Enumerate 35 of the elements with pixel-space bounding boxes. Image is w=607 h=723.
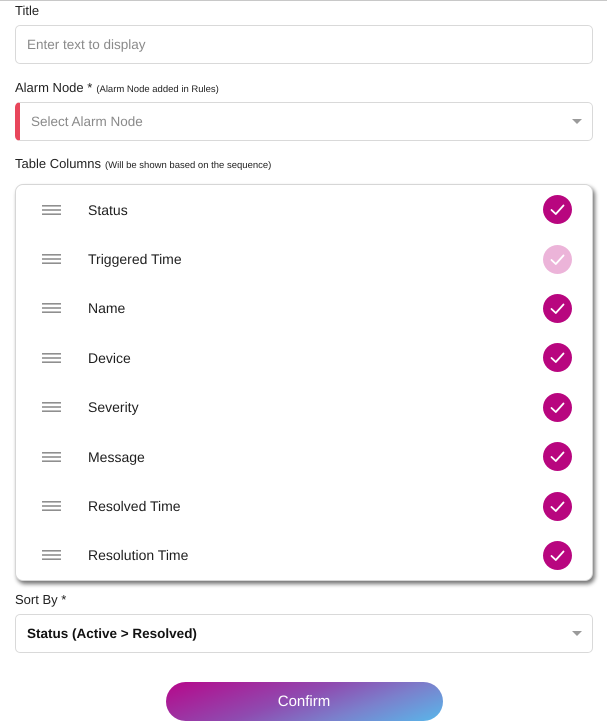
field-label: Sort By * — [15, 592, 66, 608]
column-name: Triggered Time — [88, 251, 183, 268]
column-name: Device — [88, 350, 132, 366]
column-name: Resolution Time — [88, 547, 190, 564]
field-label: Alarm Node * — [15, 80, 92, 96]
drag-handle-icon[interactable] — [42, 550, 61, 560]
checkbox[interactable] — [543, 195, 572, 224]
checkbox[interactable] — [543, 392, 572, 422]
checkbox[interactable] — [543, 492, 572, 521]
checkbox[interactable] — [543, 442, 572, 472]
drag-handle-icon[interactable] — [42, 254, 61, 264]
column-name: Name — [88, 300, 126, 316]
checkbox[interactable] — [543, 343, 572, 372]
field-label: Title — [15, 3, 40, 19]
drag-handle-icon[interactable] — [42, 452, 61, 462]
sort-by-select[interactable]: Status (Active > Resolved) — [15, 614, 593, 653]
drag-handle-icon[interactable] — [42, 303, 61, 314]
field-hint: (Alarm Node added in Rules) — [96, 83, 219, 97]
drag-handle-icon[interactable] — [42, 501, 61, 512]
drag-handle-icon[interactable] — [42, 352, 61, 363]
caret-down-icon — [572, 631, 582, 636]
column-name: Resolved Time — [88, 498, 182, 514]
caret-down-icon — [572, 119, 582, 124]
title-input[interactable]: Enter text to display — [15, 25, 593, 64]
column-name: Message — [88, 448, 146, 465]
field-hint: (Will be shown based on the sequence) — [105, 159, 272, 173]
alarm-node-select[interactable]: Select Alarm Node — [15, 102, 593, 141]
checkbox[interactable] — [543, 540, 572, 570]
checkbox[interactable] — [543, 294, 572, 323]
drag-handle-icon[interactable] — [42, 204, 61, 215]
column-name: Status — [88, 202, 129, 218]
drag-handle-icon[interactable] — [42, 402, 61, 412]
confirm-button[interactable]: Confirm — [166, 682, 442, 721]
field-label: Table Columns — [15, 156, 101, 172]
column-name: Severity — [88, 399, 140, 416]
